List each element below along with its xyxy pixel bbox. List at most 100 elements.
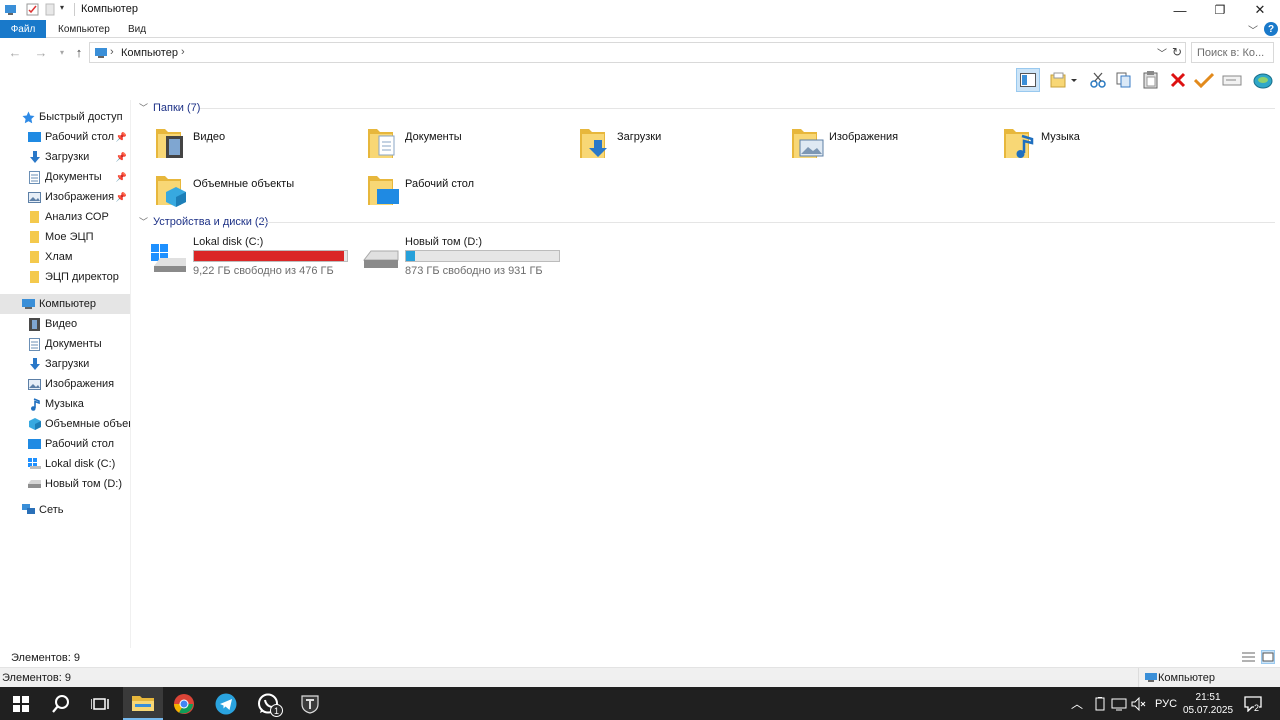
nav-item-desktop[interactable]: Рабочий стол 📌: [0, 127, 130, 147]
nav-item-folder-sor[interactable]: Анализ СОР: [0, 207, 130, 227]
drive-c[interactable]: Lokal disk (C:) 9,22 ГБ свободно из 476 …: [150, 236, 360, 282]
up-button[interactable]: ↑: [70, 43, 88, 61]
nav-item-documents-2[interactable]: Документы: [0, 334, 130, 354]
nav-label: Загрузки: [45, 151, 90, 163]
battery-icon[interactable]: [1093, 687, 1107, 720]
nav-item-downloads-2[interactable]: Загрузки: [0, 354, 130, 374]
windows-logo-icon: [13, 695, 29, 712]
customize-qat-icon[interactable]: ▾: [60, 3, 73, 16]
taskbar-chrome[interactable]: [163, 687, 205, 720]
nav-item-videos[interactable]: Видео: [0, 314, 130, 334]
chevron-down-icon[interactable]: ﹀: [139, 215, 148, 228]
folder-3d-objects[interactable]: Объемные объекты: [155, 171, 355, 211]
nav-item-folder-junk[interactable]: Хлам: [0, 247, 130, 267]
task-view-button[interactable]: [79, 687, 121, 720]
nav-item-pictures[interactable]: Изображения 📌: [0, 187, 130, 207]
folder-icon: [28, 231, 41, 244]
drive-free-space: 873 ГБ свободно из 931 ГБ: [405, 265, 543, 277]
nav-item-drive-d[interactable]: Новый том (D:): [0, 474, 130, 494]
nav-item-downloads[interactable]: Загрузки 📌: [0, 147, 130, 167]
nav-item-3d-objects[interactable]: Объемные объекты: [0, 414, 130, 434]
refresh-icon[interactable]: ↻: [1172, 45, 1182, 59]
nav-item-folder-ecp[interactable]: Мое ЭЦП: [0, 227, 130, 247]
taskbar-telegram[interactable]: [205, 687, 247, 720]
delete-icon[interactable]: [1166, 68, 1190, 92]
taskbar-whatsapp[interactable]: 1: [247, 687, 289, 720]
network-display-icon[interactable]: [1111, 687, 1127, 720]
chevron-down-icon[interactable]: ﹀: [1248, 22, 1258, 37]
minimize-button[interactable]: —: [1160, 0, 1200, 20]
search-button[interactable]: [40, 687, 82, 720]
layout-options-button[interactable]: [1046, 68, 1082, 92]
volume-muted-icon[interactable]: [1131, 687, 1147, 720]
nav-item-music[interactable]: Музыка: [0, 394, 130, 414]
group-header-folders[interactable]: ﹀ Папки (7): [139, 101, 200, 114]
download-arrow-icon: [28, 357, 41, 371]
new-folder-icon[interactable]: [44, 3, 57, 16]
folder-documents[interactable]: Документы: [367, 124, 567, 164]
nav-item-pictures-2[interactable]: Изображения: [0, 374, 130, 394]
paste-icon[interactable]: [1139, 68, 1163, 92]
computer-icon[interactable]: [4, 3, 17, 16]
recent-locations-button[interactable]: ▾: [53, 43, 71, 61]
breadcrumb-computer[interactable]: Компьютер: [121, 47, 178, 59]
close-button[interactable]: ✕: [1240, 0, 1280, 20]
back-button[interactable]: ←: [6, 43, 24, 61]
nav-item-drive-c[interactable]: Lokal disk (C:): [0, 454, 130, 474]
star-icon: [22, 111, 35, 124]
help-icon[interactable]: ?: [1264, 22, 1278, 36]
forward-button[interactable]: →: [32, 43, 50, 61]
folder-desktop-icon: [368, 176, 399, 205]
preview-pane-button[interactable]: [1016, 68, 1040, 92]
globe-icon[interactable]: [1251, 68, 1275, 92]
folder-videos[interactable]: Видео: [155, 124, 355, 164]
action-center-button[interactable]: 2: [1244, 687, 1262, 720]
nav-quick-access[interactable]: Быстрый доступ: [0, 107, 130, 127]
properties-icon[interactable]: [26, 3, 39, 16]
nav-item-documents[interactable]: Документы 📌: [0, 167, 130, 187]
taskbar-world-of-tanks[interactable]: [289, 687, 331, 720]
drive-name: Новый том (D:): [405, 236, 482, 248]
zone-location: Компьютер: [1158, 672, 1215, 684]
drive-usage-fill: [194, 251, 344, 261]
folder-music[interactable]: Музыка: [1003, 124, 1203, 164]
language-indicator[interactable]: РУС: [1155, 687, 1177, 720]
download-arrow-icon: [28, 150, 41, 164]
folder-pictures[interactable]: Изображения: [791, 124, 991, 164]
cut-icon[interactable]: [1086, 68, 1110, 92]
breadcrumb-separator-icon[interactable]: ›: [110, 46, 114, 58]
maximize-button[interactable]: ❐: [1200, 0, 1240, 20]
group-header-devices[interactable]: ﹀ Устройства и диски (2): [139, 215, 268, 228]
rename-icon[interactable]: [1220, 68, 1244, 92]
nav-item-desktop-2[interactable]: Рабочий стол: [0, 434, 130, 454]
folder-desktop[interactable]: Рабочий стол: [367, 171, 567, 211]
drive-d[interactable]: Новый том (D:) 873 ГБ свободно из 931 ГБ: [362, 236, 572, 282]
item-count: Элементов: 9: [11, 652, 80, 664]
pane-divider[interactable]: [130, 100, 131, 648]
breadcrumb-separator-icon[interactable]: ›: [181, 46, 185, 58]
start-button[interactable]: [0, 687, 42, 720]
tab-view[interactable]: Вид: [128, 20, 146, 38]
nav-computer[interactable]: Компьютер: [0, 294, 130, 314]
address-history-icon[interactable]: ﹀: [1157, 45, 1167, 60]
tab-file[interactable]: Файл: [0, 20, 46, 38]
chevron-down-icon[interactable]: ﹀: [139, 101, 148, 114]
checkmark-icon[interactable]: [1192, 68, 1216, 92]
address-bar[interactable]: › Компьютер › ﹀ ↻: [89, 42, 1186, 63]
nav-network[interactable]: Сеть: [0, 500, 130, 520]
folder-downloads[interactable]: Загрузки: [579, 124, 779, 164]
nav-item-folder-ecp-director[interactable]: ЭЦП директор: [0, 267, 130, 287]
nav-label: Изображения: [45, 378, 115, 390]
folder-icon: [28, 211, 41, 224]
copy-icon[interactable]: [1112, 68, 1136, 92]
tab-computer[interactable]: Компьютер: [58, 20, 110, 38]
nav-label: Загрузки: [45, 358, 90, 370]
picture-icon: [28, 191, 41, 204]
clock[interactable]: 21:51 05.07.2025: [1183, 687, 1233, 720]
item-count-secondary: Элементов: 9: [2, 672, 71, 684]
tray-overflow-chevron-icon[interactable]: ︿: [1071, 687, 1083, 720]
details-view-icon[interactable]: [1242, 651, 1255, 666]
large-icons-view-icon[interactable]: [1261, 650, 1275, 664]
search-input[interactable]: Поиск в: Ко...: [1191, 42, 1274, 63]
taskbar-file-explorer[interactable]: [123, 687, 163, 720]
